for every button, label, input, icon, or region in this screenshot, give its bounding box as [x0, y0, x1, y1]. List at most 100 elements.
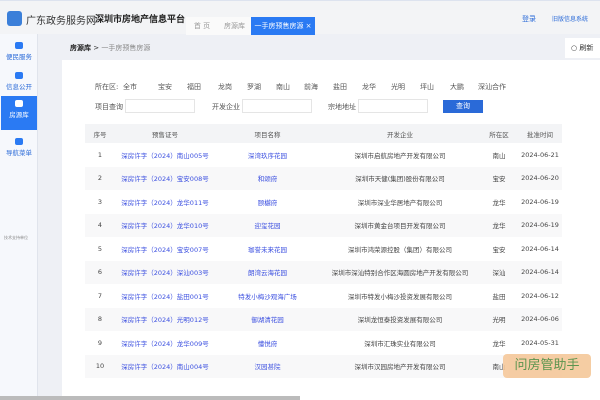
table-cell: 深房许字（2024）光明012号: [115, 307, 215, 331]
sidebar-item-services[interactable]: 便民服务: [1, 38, 37, 68]
table-cell: 4: [85, 213, 115, 237]
sidebar-label: 导航菜单: [6, 149, 32, 157]
project-link[interactable]: 特发小梅沙观海广场: [238, 293, 297, 301]
address-label: 宗地地址: [328, 103, 356, 111]
tab-listings[interactable]: 房源库: [218, 17, 251, 35]
permit-link[interactable]: 深房许字（2024）南山004号: [121, 363, 208, 371]
district-option[interactable]: 罗湖: [247, 82, 261, 92]
old-system-link[interactable]: 旧版信息系统: [552, 14, 588, 23]
district-label: 所在区:: [95, 83, 119, 91]
permit-link[interactable]: 深房许字（2024）盐田001号: [121, 293, 208, 301]
login-link[interactable]: 登录: [522, 14, 536, 24]
table-cell: 盐田: [492, 292, 506, 301]
refresh-button[interactable]: ○ 刷新: [565, 38, 600, 58]
project-link[interactable]: 懂悦府: [258, 340, 278, 348]
table-cell: 宝安: [480, 166, 518, 190]
sidebar-label: 信息公开: [6, 83, 32, 91]
district-option[interactable]: 龙岗: [218, 82, 232, 92]
table-cell: 1: [97, 150, 103, 159]
horizontal-scrollbar[interactable]: [0, 396, 300, 400]
column-header: 所在区: [480, 124, 518, 143]
table-cell: 8: [85, 307, 115, 331]
table-cell: 深湾玖序花园: [215, 143, 320, 167]
table-cell: 迎玺花园: [215, 213, 320, 237]
district-option[interactable]: 光明: [391, 82, 405, 92]
breadcrumb: 房源库 > 一手房预售房源: [70, 44, 151, 52]
table-cell: 深房许字（2024）南山004号: [115, 354, 215, 378]
project-link[interactable]: 深湾玖序花园: [248, 152, 287, 160]
permit-link[interactable]: 深房许字（2024）龙华011号: [121, 199, 208, 207]
sidebar-label: 房源库: [9, 111, 29, 119]
permit-link[interactable]: 深房许字（2024）宝安007号: [121, 246, 208, 254]
district-option[interactable]: 龙华: [362, 82, 376, 92]
district-option[interactable]: 南山: [276, 82, 290, 92]
table-cell: 朗湾云海花园: [215, 260, 320, 284]
refresh-label: 刷新: [579, 44, 594, 52]
table-cell: 御湖清花园: [215, 307, 320, 331]
project-link[interactable]: 珈誉未来花园: [248, 246, 287, 254]
table-cell: 2024-06-19: [521, 197, 559, 206]
site-name[interactable]: 广东政务服务网: [26, 12, 96, 27]
project-link[interactable]: 汉园甚院: [255, 363, 281, 371]
table-cell: 光明: [480, 307, 518, 331]
district-option[interactable]: 盐田: [333, 82, 347, 92]
table-cell: 5: [97, 244, 103, 253]
presale-table: 序号 预售证号 项目名称 开发企业 所在区 批准时间 1 深房许字（2024）南山005号深…: [85, 124, 562, 378]
permit-link[interactable]: 深房许字（2024）宝安008号: [121, 175, 208, 183]
table-cell: 珈誉未来花园: [215, 237, 320, 261]
table-row: 8 深房许字（2024）光明012号 御湖清花园 深圳龙恒泰投资发展有限公司 光明 202…: [85, 307, 562, 331]
permit-link[interactable]: 深房许字（2024）龙华009号: [121, 340, 208, 348]
district-option[interactable]: 福田: [187, 82, 201, 92]
project-label: 项目查询: [95, 103, 123, 111]
table-cell: 深房许字（2024）宝安008号: [115, 166, 215, 190]
district-option[interactable]: 前海: [304, 82, 318, 92]
tab-home[interactable]: 首 页: [186, 17, 218, 35]
table-cell: 深圳市启航房地产开发有限公司: [354, 151, 446, 160]
table-row: 1 深房许字（2024）南山005号 深湾玖序花园 深圳市启航房地产开发有限公司 南山 2…: [85, 143, 562, 167]
table-cell: 南山: [492, 151, 506, 160]
project-link[interactable]: 和颂府: [258, 175, 278, 183]
permit-link[interactable]: 深房许字（2024）南山005号: [121, 152, 208, 160]
breadcrumb-root[interactable]: 房源库: [70, 44, 91, 52]
sidebar: 便民服务 信息公开 房源库 导航菜单 技术支持单位: [0, 34, 38, 400]
project-input[interactable]: [125, 99, 195, 113]
table-cell: 深房许字（2024）龙华010号: [115, 213, 215, 237]
project-link[interactable]: 御湖清花园: [251, 316, 284, 324]
developer-input[interactable]: [242, 99, 312, 113]
table-cell: 和颂府: [215, 166, 320, 190]
address-input[interactable]: [358, 99, 428, 113]
table-row: 2 深房许字（2024）宝安008号 和颂府 深圳市天健(集团)股份有限公司 宝安 202…: [85, 166, 562, 190]
project-link[interactable]: 颐樾府: [258, 199, 278, 207]
table-cell: 2024-06-12: [521, 291, 559, 300]
sidebar-item-info[interactable]: 信息公开: [1, 68, 37, 98]
district-option[interactable]: 大鹏: [450, 82, 464, 92]
sidebar-item-listings[interactable]: 房源库: [1, 96, 37, 130]
district-option[interactable]: 深汕合作: [478, 82, 506, 92]
table-cell: 7: [97, 291, 103, 300]
mail-icon: [15, 72, 23, 79]
table-row: 3 深房许字（2024）龙华011号 颐樾府 深圳市深业华居地产有限公司 龙华 2024-…: [85, 190, 562, 214]
project-link[interactable]: 朗湾云海花园: [248, 269, 287, 277]
district-option[interactable]: 宝安: [158, 82, 172, 92]
district-option[interactable]: 全市: [123, 82, 137, 92]
district-option[interactable]: 坪山: [420, 82, 434, 92]
project-link[interactable]: 迎玺花园: [255, 222, 281, 230]
table-row: 9 深房许字（2024）龙华009号 懂悦府 深圳市汇珠实业有限公司 龙华 2024-05…: [85, 331, 562, 355]
top-header: 广东政务服务网 深圳市房地产信息平台 首 页 房源库 一手房预售房源 × 登录 …: [0, 0, 600, 35]
table-cell: 深圳龙恒泰投资发展有限公司: [320, 307, 480, 331]
tab-presale[interactable]: 一手房预售房源 ×: [251, 17, 315, 35]
table-cell: 深圳市黄金台项目开发有限公司: [320, 213, 480, 237]
permit-link[interactable]: 深房许字（2024）深汕003号: [121, 269, 208, 277]
table-cell: 龙华: [480, 213, 518, 237]
sidebar-item-nav[interactable]: 导航菜单: [1, 134, 37, 164]
permit-link[interactable]: 深房许字（2024）光明012号: [121, 316, 208, 324]
watermark: 问房管助手: [503, 354, 591, 378]
query-button[interactable]: 查询: [443, 100, 483, 113]
table-cell: 深圳市鸿荣源控股（集团）有限公司: [348, 245, 452, 254]
table-cell: 2024-06-14: [521, 244, 559, 253]
permit-link[interactable]: 深房许字（2024）龙华010号: [121, 222, 208, 230]
table-cell: 2024-06-14: [518, 260, 562, 284]
table-cell: 2024-05-31: [521, 338, 559, 347]
table-cell: 深房许字（2024）南山005号: [115, 143, 215, 167]
heart-icon: [15, 42, 23, 49]
